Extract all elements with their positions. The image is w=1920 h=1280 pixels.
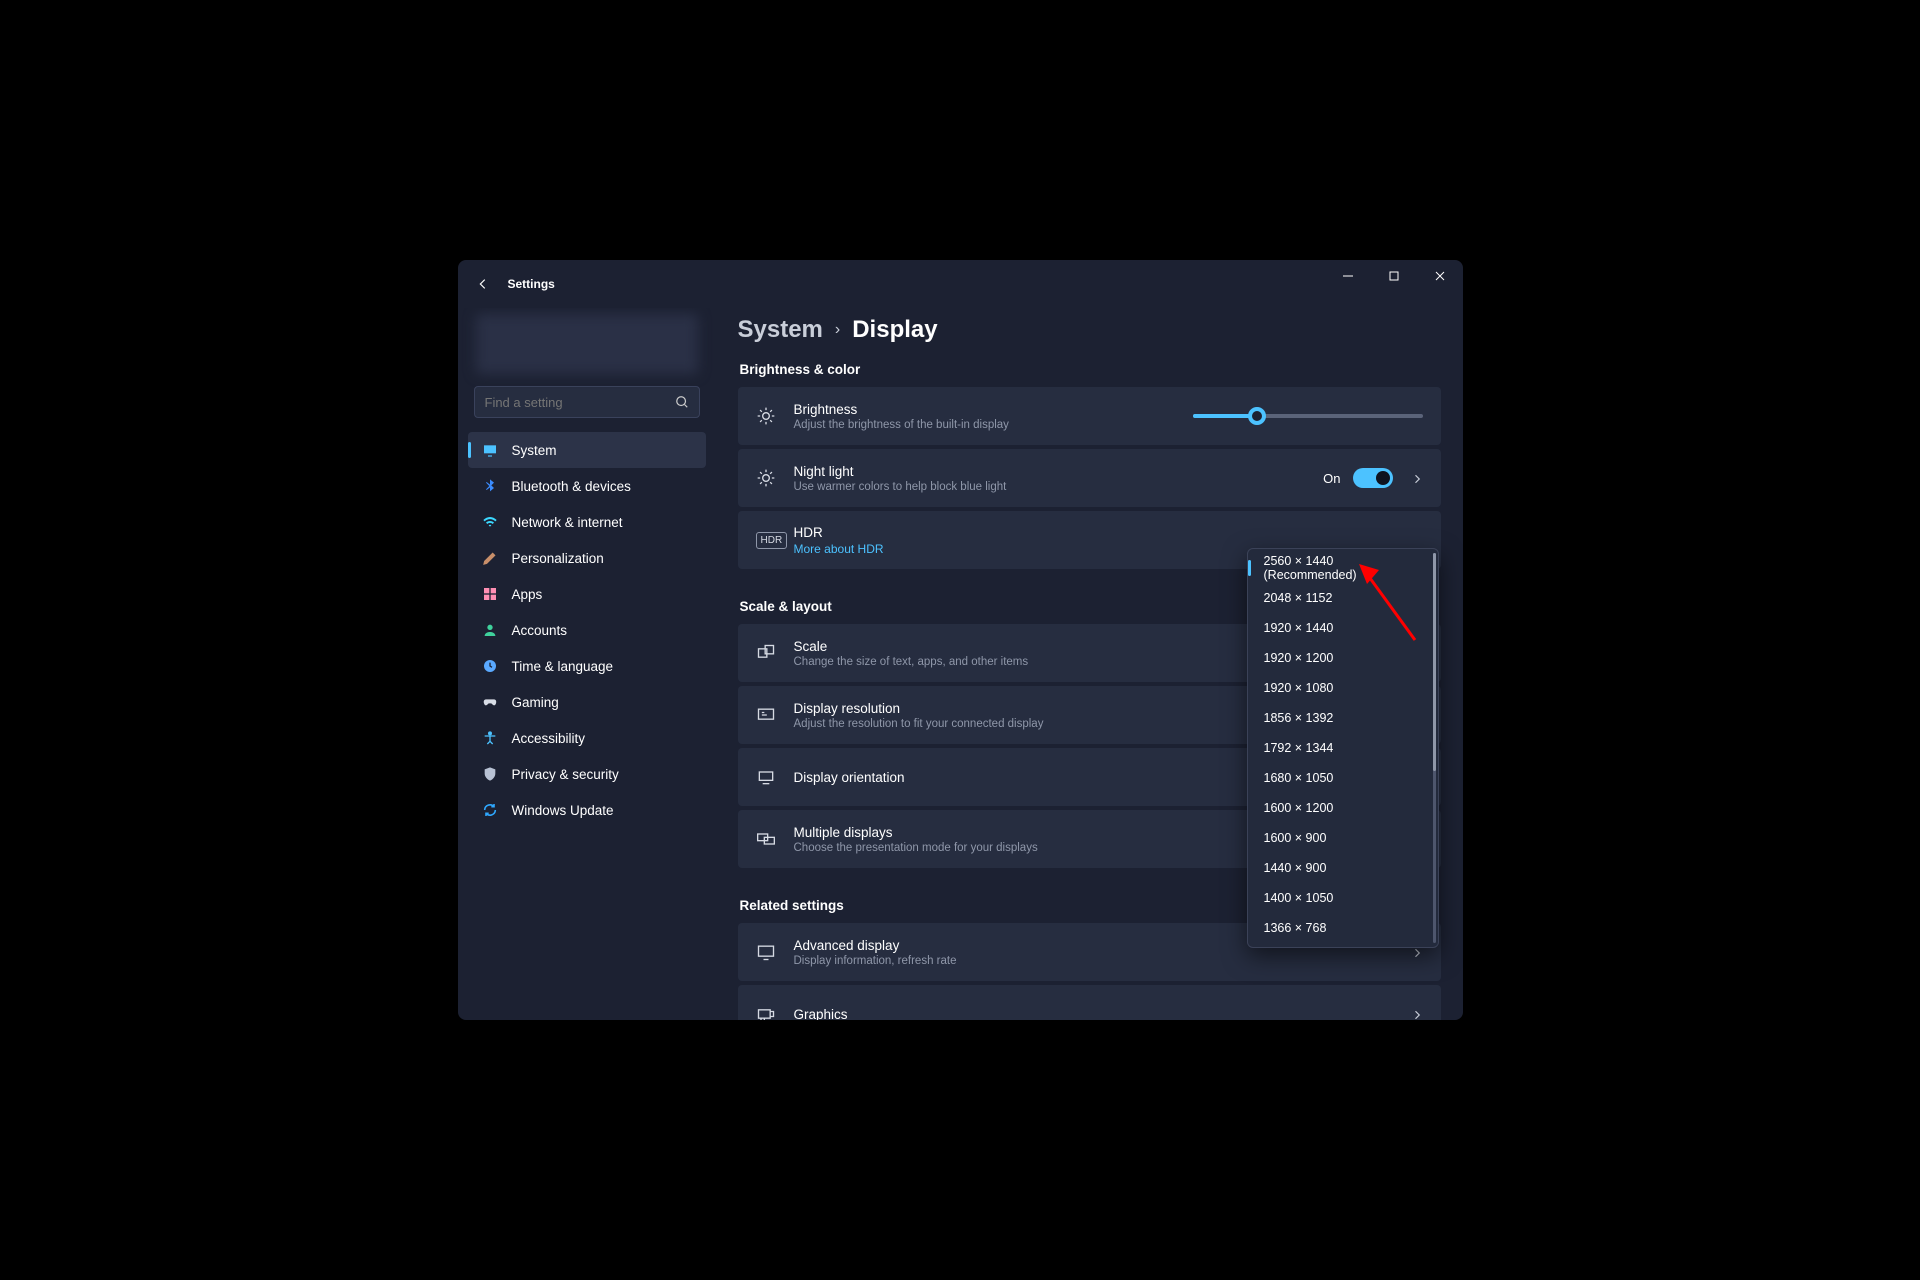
resolution-option[interactable]: 1600 × 1200 — [1248, 793, 1438, 823]
brightness-slider[interactable] — [1193, 414, 1423, 418]
nav-icon — [482, 658, 498, 674]
card-subtitle: Use warmer colors to help block blue lig… — [794, 481, 1306, 493]
section-brightness-color: Brightness & color — [740, 362, 1441, 377]
graphics-icon — [756, 1004, 776, 1020]
profile-blurred — [476, 314, 698, 374]
nav-icon — [482, 730, 498, 746]
toggle-label: On — [1323, 471, 1340, 486]
night-light-icon — [756, 468, 776, 488]
resolution-option[interactable]: 2048 × 1152 — [1248, 583, 1438, 613]
card-title: Graphics — [794, 1007, 1393, 1021]
sidebar-item-apps[interactable]: Apps — [468, 576, 706, 612]
nav-icon — [482, 622, 498, 638]
nav-label: Accessibility — [512, 731, 586, 746]
sidebar-item-network-internet[interactable]: Network & internet — [468, 504, 706, 540]
card-graphics[interactable]: Graphics — [738, 985, 1441, 1020]
card-subtitle: Display information, refresh rate — [794, 955, 1393, 967]
nav-icon — [482, 694, 498, 710]
hdr-icon: HDR — [756, 530, 776, 550]
orientation-icon — [756, 767, 776, 787]
back-arrow-icon[interactable] — [476, 277, 490, 291]
sidebar-item-accounts[interactable]: Accounts — [468, 612, 706, 648]
resolution-option[interactable]: 1920 × 1440 — [1248, 613, 1438, 643]
sidebar-item-time-language[interactable]: Time & language — [468, 648, 706, 684]
card-brightness: Brightness Adjust the brightness of the … — [738, 387, 1441, 445]
nav-icon — [482, 766, 498, 782]
sidebar-item-windows-update[interactable]: Windows Update — [468, 792, 706, 828]
content-area: System › Display Brightness & color Brig… — [716, 308, 1463, 1020]
close-button[interactable] — [1417, 260, 1463, 292]
maximize-button[interactable] — [1371, 260, 1417, 292]
card-subtitle: Adjust the brightness of the built-in di… — [794, 419, 1175, 431]
chevron-right-icon: › — [835, 321, 840, 339]
resolution-option[interactable]: 1920 × 1200 — [1248, 643, 1438, 673]
nav-label: Apps — [512, 587, 543, 602]
card-title: HDR — [794, 525, 1423, 540]
sidebar-item-privacy-security[interactable]: Privacy & security — [468, 756, 706, 792]
minimize-button[interactable] — [1325, 260, 1371, 292]
card-night-light[interactable]: Night light Use warmer colors to help bl… — [738, 449, 1441, 507]
app-title: Settings — [508, 277, 555, 291]
nav-icon — [482, 478, 498, 494]
card-title: Brightness — [794, 402, 1175, 417]
scale-icon — [756, 643, 776, 663]
nav-icon — [482, 550, 498, 566]
search-input[interactable] — [485, 395, 675, 410]
sidebar-item-gaming[interactable]: Gaming — [468, 684, 706, 720]
nav-icon — [482, 514, 498, 530]
nav-label: Time & language — [512, 659, 614, 674]
chevron-right-icon — [1411, 1008, 1423, 1020]
nav-label: Network & internet — [512, 515, 623, 530]
sidebar-item-personalization[interactable]: Personalization — [468, 540, 706, 576]
advanced-display-icon — [756, 942, 776, 962]
sidebar: System Bluetooth & devices Network & inter… — [458, 308, 716, 1020]
resolution-option[interactable]: 1600 × 900 — [1248, 823, 1438, 853]
nav-icon — [482, 442, 498, 458]
multiple-displays-icon — [756, 829, 776, 849]
card-title: Night light — [794, 464, 1306, 479]
night-light-toggle[interactable] — [1353, 468, 1393, 488]
brightness-icon — [756, 406, 776, 426]
nav-label: Gaming — [512, 695, 559, 710]
sidebar-item-system[interactable]: System — [468, 432, 706, 468]
nav-label: Accounts — [512, 623, 568, 638]
settings-window: Settings System Bluetooth & devices Networ… — [458, 260, 1463, 1020]
breadcrumb: System › Display — [738, 316, 1441, 344]
resolution-option[interactable]: 1920 × 1080 — [1248, 673, 1438, 703]
nav-icon — [482, 802, 498, 818]
search-box[interactable] — [474, 386, 700, 418]
sidebar-item-bluetooth-devices[interactable]: Bluetooth & devices — [468, 468, 706, 504]
resolution-option[interactable]: 1440 × 900 — [1248, 853, 1438, 883]
resolution-icon — [756, 705, 776, 725]
nav-label: Privacy & security — [512, 767, 619, 782]
resolution-option[interactable]: 1400 × 1050 — [1248, 883, 1438, 913]
resolution-option[interactable]: 2560 × 1440 (Recommended) — [1248, 553, 1438, 583]
resolution-option[interactable]: 1366 × 768 — [1248, 913, 1438, 943]
resolution-option[interactable]: 1680 × 1050 — [1248, 763, 1438, 793]
sidebar-item-accessibility[interactable]: Accessibility — [468, 720, 706, 756]
nav-label: Windows Update — [512, 803, 614, 818]
nav-label: Bluetooth & devices — [512, 479, 631, 494]
resolution-option[interactable]: 1856 × 1392 — [1248, 703, 1438, 733]
nav-icon — [482, 586, 498, 602]
chevron-right-icon — [1411, 472, 1423, 484]
breadcrumb-level1[interactable]: System — [738, 316, 823, 344]
search-icon — [675, 395, 689, 409]
window-controls — [1325, 260, 1463, 292]
nav-label: System — [512, 443, 557, 458]
resolution-dropdown[interactable]: 2560 × 1440 (Recommended)2048 × 11521920… — [1247, 548, 1439, 948]
resolution-option[interactable]: 1792 × 1344 — [1248, 733, 1438, 763]
page-title: Display — [852, 316, 937, 344]
title-bar: Settings — [458, 260, 1463, 308]
nav-label: Personalization — [512, 551, 604, 566]
